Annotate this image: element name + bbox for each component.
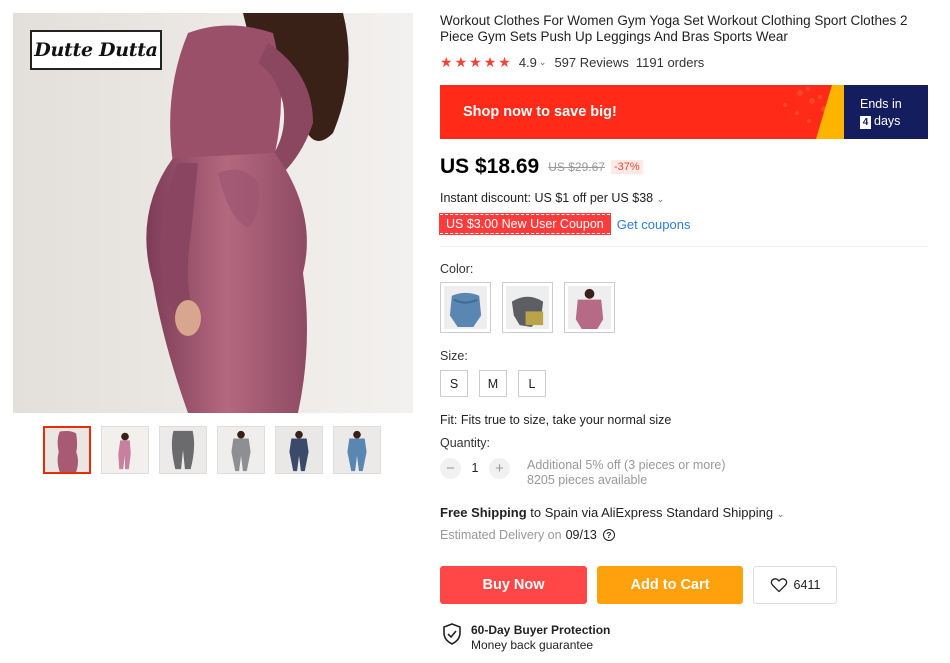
promo-text: Shop now to save big! — [463, 104, 617, 120]
color-swatch-pink[interactable] — [564, 282, 615, 333]
protection-text: 60-Day Buyer Protection Money back guara… — [471, 623, 610, 653]
rating-value[interactable]: 4.9 — [519, 55, 537, 70]
thumbnail-gray-legs-icon — [160, 427, 206, 473]
product-info: Workout Clothes For Women Gym Yoga Set W… — [439, 13, 930, 652]
thumbnail-6[interactable] — [333, 426, 381, 474]
star-icon: ★ — [454, 54, 468, 70]
chevron-down-icon[interactable]: ⌄ — [539, 57, 547, 68]
ends-label: Ends in — [860, 97, 902, 111]
thumbnail-strip — [43, 426, 381, 474]
divider — [440, 246, 928, 247]
color-swatch-gray[interactable] — [502, 282, 553, 333]
shield-check-icon — [443, 623, 461, 645]
days-count: 4 — [860, 116, 871, 129]
chevron-down-icon: ⌄ — [776, 509, 785, 519]
free-shipping: Free Shipping — [440, 505, 527, 520]
estimated-delivery: Estimated Delivery on 09/13 ? — [440, 528, 615, 542]
promo-timer: Ends in 4 days — [844, 85, 928, 139]
original-price: US $29.67 — [548, 160, 605, 174]
star-icon: ★ — [483, 54, 497, 70]
discount-badge: -37% — [610, 160, 643, 174]
rating-stars: ★ ★ ★ ★ ★ — [440, 55, 511, 69]
action-buttons: Buy Now Add to Cart 6411 — [440, 566, 837, 604]
brand-logo: Dutte Dutta — [30, 30, 162, 70]
wishlist-count: 6411 — [793, 578, 821, 592]
days-label: days — [874, 114, 901, 128]
coupon-row: US $3.00 New User Coupon Get coupons — [439, 213, 691, 235]
get-coupons-link[interactable]: Get coupons — [617, 217, 691, 232]
size-option-s[interactable]: S — [440, 370, 468, 397]
reviews-link[interactable]: 597 Reviews — [554, 55, 628, 70]
wishlist-button[interactable]: 6411 — [753, 566, 837, 604]
color-swatches — [440, 282, 615, 333]
heart-icon — [770, 578, 787, 593]
instant-discount[interactable]: Instant discount: US $1 off per US $38 ⌄ — [440, 191, 672, 205]
thumbnail-3[interactable] — [159, 426, 207, 474]
instant-discount-text: Instant discount: US $1 off per US $38 — [440, 191, 654, 205]
delivery-date: 09/13 — [565, 528, 597, 542]
thumbnail-gray-set-icon — [218, 427, 264, 473]
star-icon: ★ — [469, 54, 482, 70]
product-title: Workout Clothes For Women Gym Yoga Set W… — [440, 13, 908, 44]
gray-swatch-icon — [506, 286, 549, 329]
thumbnail-4[interactable] — [217, 426, 265, 474]
current-price: US $18.69 — [440, 155, 540, 178]
chevron-down-icon: ⌄ — [656, 194, 665, 204]
thumbnail-navy-set-icon — [276, 427, 322, 473]
shipping-info[interactable]: Free Shipping to Spain via AliExpress St… — [440, 505, 792, 520]
quantity-increase-button[interactable]: + — [489, 458, 510, 479]
fit-info: Fit: Fits true to size, take your normal… — [440, 413, 672, 427]
thumbnail-pink-back-icon — [45, 428, 89, 472]
star-icon: ★ — [498, 54, 511, 70]
orders-count: 1191 orders — [635, 54, 705, 70]
thumbnail-pink-full-icon — [102, 427, 148, 473]
price-row: US $18.69 US $29.67 -37% — [440, 155, 643, 179]
color-label: Color: — [440, 262, 474, 276]
blue-swatch-icon — [444, 286, 487, 329]
size-label: Size: — [440, 349, 468, 363]
buyer-protection[interactable]: 60-Day Buyer Protection Money back guara… — [442, 623, 610, 653]
color-swatch-blue[interactable] — [440, 282, 491, 333]
pink-swatch-icon — [568, 286, 611, 329]
days-row: 4 days — [860, 113, 928, 130]
shipping-destination: to Spain via AliExpress Standard Shippin… — [526, 505, 774, 520]
thumbnail-5[interactable] — [275, 426, 323, 474]
quantity-stepper: − 1 + Additional 5% off (3 pieces or mor… — [440, 458, 725, 488]
quantity-label: Quantity: — [440, 436, 491, 450]
promo-banner[interactable]: Shop now to save big! Ends in 4 days — [440, 85, 928, 139]
size-option-l[interactable]: L — [518, 370, 546, 397]
thumbnail-1[interactable] — [43, 426, 91, 474]
quantity-value[interactable]: 1 — [461, 458, 489, 479]
quantity-notes: Additional 5% off (3 pieces or more) 820… — [527, 458, 725, 488]
protection-title: 60-Day Buyer Protection — [471, 623, 611, 637]
main-product-image[interactable]: Dutte Dutta — [13, 13, 413, 413]
protection-subtitle: Money back guarantee — [471, 638, 594, 652]
main-photo-illustration — [13, 13, 413, 413]
add-to-cart-button[interactable]: Add to Cart — [597, 566, 743, 604]
new-user-coupon[interactable]: US $3.00 New User Coupon — [439, 213, 611, 235]
delivery-label: Estimated Delivery on — [440, 528, 562, 542]
stock-available: 8205 pieces available — [527, 473, 648, 487]
bulk-discount-note: Additional 5% off (3 pieces or more) — [527, 458, 726, 472]
size-options: S M L — [440, 370, 546, 397]
star-icon: ★ — [440, 54, 453, 70]
help-icon[interactable]: ? — [602, 529, 615, 541]
size-option-m[interactable]: M — [479, 370, 507, 397]
thumbnail-blue-set-icon — [334, 427, 380, 473]
buy-now-button[interactable]: Buy Now — [440, 566, 587, 604]
thumbnail-2[interactable] — [101, 426, 149, 474]
quantity-decrease-button[interactable]: − — [440, 458, 461, 479]
rating-row: ★ ★ ★ ★ ★ 4.9 ⌄ 597 Reviews 1191 orders — [440, 54, 930, 70]
